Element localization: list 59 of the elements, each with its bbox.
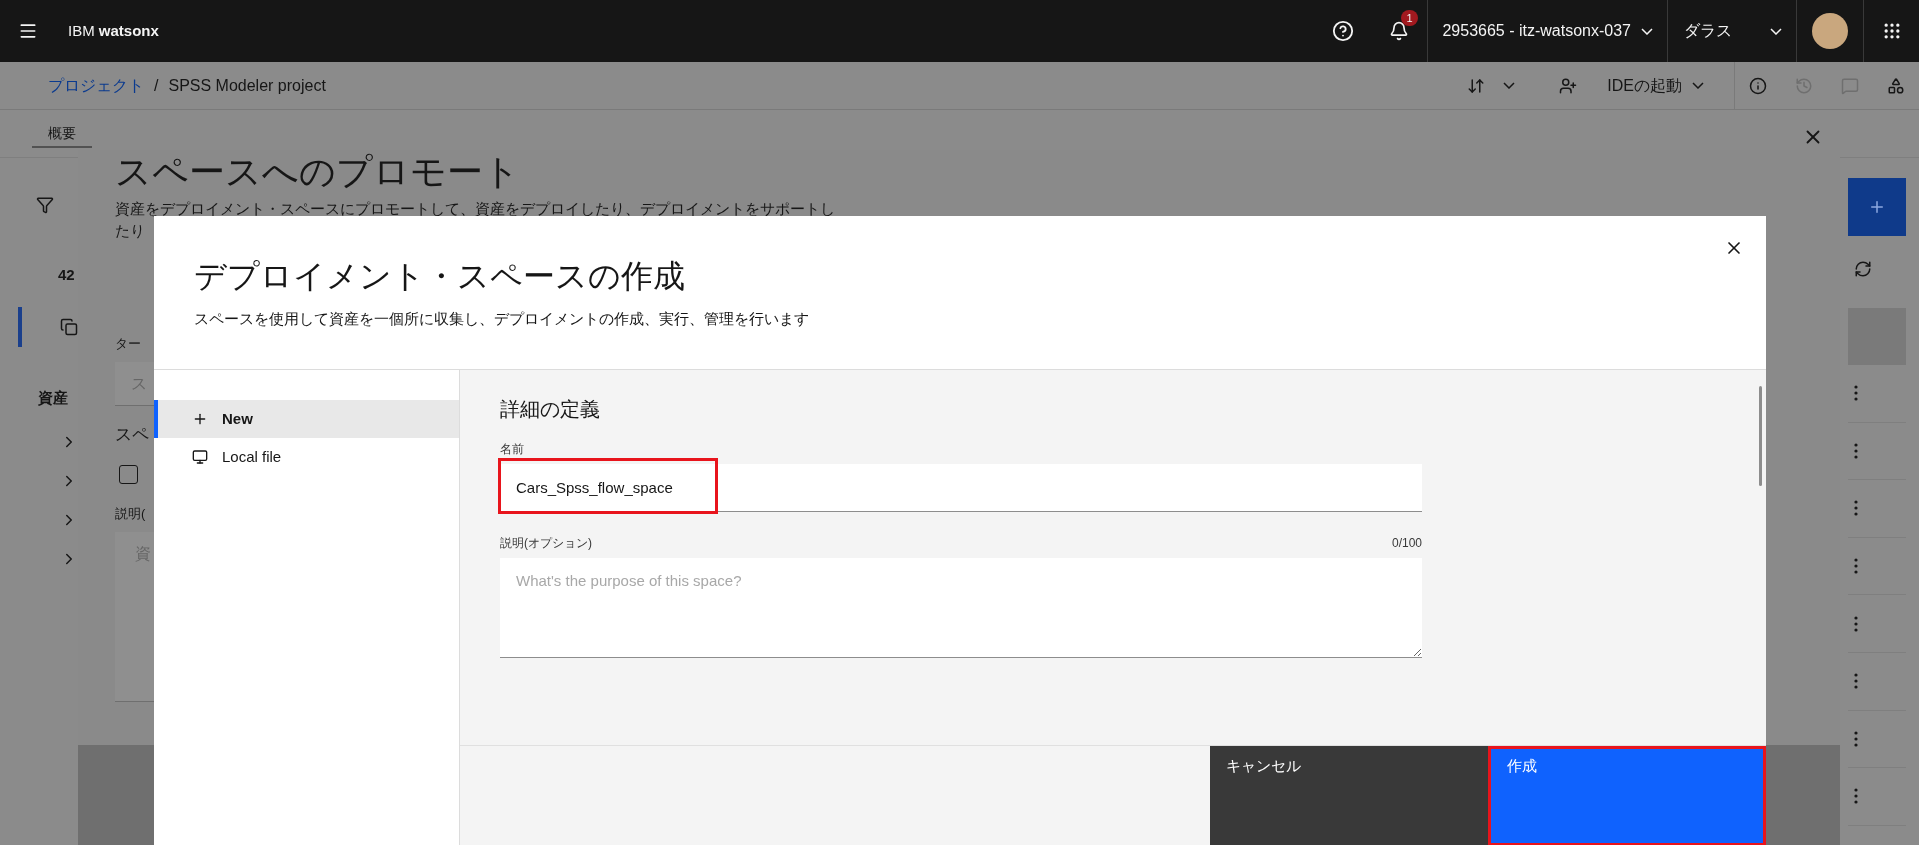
shapes-icon: [1887, 76, 1905, 95]
field-label: 名前: [500, 441, 525, 458]
overflow-menu-icon: [1854, 558, 1858, 575]
monitor-icon: [192, 449, 208, 465]
overflow-menu-icon: [1854, 730, 1858, 747]
add-user-icon: [1559, 76, 1578, 95]
overflow-menu-icon: [1854, 615, 1858, 632]
filter-icon: [36, 196, 54, 214]
notifications-button[interactable]: 1: [1371, 0, 1428, 62]
bell-icon: [1389, 21, 1410, 41]
notification-count: 1: [1401, 10, 1418, 26]
copy-icon: [60, 317, 78, 336]
cancel-button[interactable]: キャンセル: [1210, 746, 1488, 845]
create-button[interactable]: 作成: [1488, 746, 1766, 845]
name-field[interactable]: Cars_Spss_flow_space: [500, 464, 1422, 512]
info-icon: [1749, 76, 1767, 95]
panel-description: 資産をデプロイメント・スペースにプロモートして、資産をデプロイしたり、デプロイメントをサポートし: [115, 199, 835, 219]
overflow-menu-icon: [1854, 385, 1858, 402]
source-option[interactable]: Local file: [154, 438, 459, 476]
overflow-menu-icon: [1854, 442, 1858, 459]
character-counter: 0/100: [1391, 535, 1422, 552]
checkbox[interactable]: [119, 465, 138, 484]
breadcrumb-separator: /: [154, 75, 159, 96]
section-title: 詳細の定義: [500, 397, 601, 422]
chevron-down-icon: [1641, 27, 1653, 35]
product-name: IBM watsonx: [68, 20, 159, 41]
section-heading: スペ: [115, 423, 150, 446]
panel-title: スペースへのプロモート: [115, 150, 521, 194]
help-icon: [1332, 20, 1355, 42]
avatar: [1812, 13, 1848, 49]
plus-icon: [1868, 198, 1886, 216]
history-icon: [1795, 76, 1813, 95]
filter-button[interactable]: [36, 196, 54, 214]
panel-description: たり: [115, 221, 145, 241]
item-count: 42: [58, 265, 75, 285]
overflow-menu-icon: [1854, 500, 1858, 517]
field-label: 説明(: [115, 505, 147, 523]
breadcrumb-current: SPSS Modeler project: [168, 75, 326, 96]
menu-icon: [18, 21, 38, 41]
field-label: 説明(オプション): [500, 535, 592, 552]
account-switcher[interactable]: 2953665 - itz-watsonx-037: [1427, 0, 1667, 62]
overflow-menu-icon: [1854, 673, 1858, 690]
section-label: 資産: [38, 387, 68, 408]
dialog-subtitle: スペースを使用して資産を一個所に収集し、デプロイメントの作成、実行、管理を行います: [194, 309, 810, 329]
region-switcher[interactable]: ダラス: [1667, 0, 1797, 62]
tab[interactable]: 概要: [32, 110, 92, 148]
overflow-menu-icon: [1854, 788, 1858, 805]
source-option[interactable]: New: [154, 400, 459, 438]
dialog-title: デプロイメント・スペースの作成: [194, 257, 686, 296]
field-label: ター: [115, 335, 142, 353]
description-field[interactable]: What's the purpose of this space?: [500, 558, 1422, 658]
comment-icon: [1841, 76, 1859, 95]
plus-icon: [192, 411, 208, 427]
refresh-icon: [1854, 260, 1872, 278]
chevron-down-icon: [1692, 82, 1704, 89]
launch-ide-button[interactable]: IDEの起動: [1607, 73, 1734, 98]
chevron-down-icon: [1503, 82, 1516, 89]
arrows-icon: [1467, 76, 1486, 95]
chevron-down-icon: [1770, 27, 1782, 35]
